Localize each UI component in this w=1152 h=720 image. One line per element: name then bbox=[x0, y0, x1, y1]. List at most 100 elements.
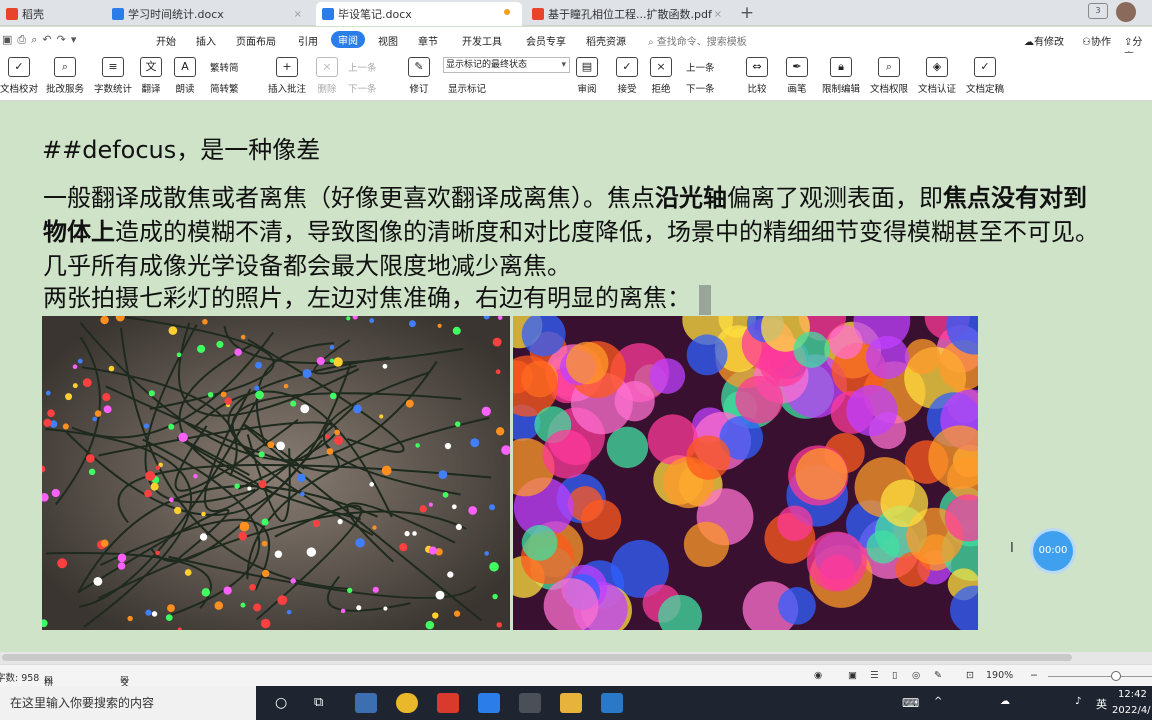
defocused-lights-image bbox=[496, 292, 1005, 639]
accept-button[interactable]: ✓ 接受 bbox=[616, 57, 638, 95]
defocused-lights-photo[interactable] bbox=[496, 292, 1005, 639]
video-app-icon[interactable] bbox=[601, 693, 623, 713]
doc-certify-button[interactable]: ◈ 文档认证 bbox=[918, 57, 956, 95]
compare-button[interactable]: ⇔ 比较 bbox=[746, 57, 768, 95]
prev-change-button[interactable]: 上一条 bbox=[686, 60, 715, 74]
light-dot bbox=[150, 482, 159, 491]
menu-layout[interactable]: 页面布局 bbox=[236, 33, 276, 48]
eye-icon[interactable]: ◉ bbox=[814, 670, 822, 681]
web-view-icon[interactable]: ◎ bbox=[912, 670, 920, 681]
task-view-icon[interactable]: ⧉ bbox=[314, 695, 323, 710]
menu-review[interactable]: 审阅 bbox=[331, 31, 365, 48]
zoom-slider-handle[interactable] bbox=[1111, 671, 1121, 681]
light-dot bbox=[286, 609, 292, 615]
doc-finalize-button[interactable]: ✓ 文档定稿 bbox=[966, 57, 1004, 95]
clock-time[interactable]: 12:42 bbox=[1118, 689, 1147, 700]
insert-comment-button[interactable]: + 插入批注 bbox=[268, 57, 306, 95]
trad-to-simp-button[interactable]: 繁转简 bbox=[210, 60, 239, 74]
recording-timer-button[interactable]: 00:00 bbox=[1033, 531, 1073, 571]
clock-date[interactable]: 2022/4/ bbox=[1112, 705, 1151, 716]
page-view-icon[interactable]: ▣ bbox=[848, 670, 857, 681]
markup-state-select[interactable]: 显示标记的最终状态 bbox=[443, 57, 570, 73]
print-icon[interactable]: ⎙ bbox=[17, 33, 26, 47]
light-dot bbox=[207, 391, 214, 398]
pen-button[interactable]: ✒ 画笔 bbox=[786, 57, 808, 95]
reviewing-pane-button[interactable]: ▤ 审阅 bbox=[576, 57, 598, 95]
show-markup-button[interactable]: 显示标记 bbox=[448, 81, 486, 95]
menu-devtools[interactable]: 开发工具 bbox=[462, 33, 502, 48]
focused-lights-photo[interactable] bbox=[38, 312, 511, 632]
next-change-button[interactable]: 下一条 bbox=[686, 81, 715, 95]
doc-proofread-button[interactable]: ✓ 文档校对 bbox=[0, 57, 38, 95]
read-aloud-button[interactable]: A 朗读 bbox=[174, 57, 196, 95]
outline-view-icon[interactable]: ☰ bbox=[870, 670, 879, 681]
workspace-icon[interactable]: 3 bbox=[1088, 3, 1108, 19]
restrict-edit-button[interactable]: 🔒︎ 限制编辑 bbox=[822, 57, 860, 95]
horizontal-scrollbar[interactable] bbox=[0, 652, 1152, 664]
chevron-down-icon[interactable]: ▾ bbox=[71, 33, 77, 47]
wps-icon[interactable] bbox=[437, 693, 459, 713]
pen-view-icon[interactable]: ✎ bbox=[934, 670, 942, 681]
avatar[interactable] bbox=[1116, 2, 1136, 22]
light-dot bbox=[274, 550, 283, 558]
save-icon[interactable]: ▣ bbox=[2, 33, 12, 47]
tab-daoke[interactable]: 稻壳 bbox=[0, 2, 100, 26]
zoom-level[interactable]: 190% bbox=[986, 670, 1013, 681]
redo-icon[interactable]: ↷ bbox=[57, 33, 66, 47]
menu-member[interactable]: 会员专享 bbox=[526, 33, 566, 48]
command-search[interactable]: ⌕ 查找命令、搜索模板 bbox=[648, 33, 747, 48]
light-dot bbox=[492, 593, 498, 600]
menu-home[interactable]: 开始 bbox=[156, 33, 176, 48]
cortana-icon[interactable]: ○ bbox=[275, 695, 287, 711]
close-icon[interactable]: × bbox=[294, 9, 302, 20]
menu-chapter[interactable]: 章节 bbox=[418, 33, 438, 48]
new-tab-button[interactable]: + bbox=[738, 3, 756, 23]
ime-indicator[interactable]: 英 bbox=[1096, 696, 1107, 712]
zoom-slider[interactable] bbox=[1048, 676, 1152, 677]
read-view-icon[interactable]: ▯ bbox=[892, 670, 897, 681]
menu-insert[interactable]: 插入 bbox=[196, 33, 216, 48]
light-dot bbox=[102, 393, 111, 402]
track-changes-button[interactable]: ✎ 修订 bbox=[408, 57, 430, 95]
reject-button[interactable]: × 拒绝 bbox=[650, 57, 672, 95]
fit-icon[interactable]: ⊡ bbox=[966, 670, 974, 681]
prev-comment-button[interactable]: 上一条 bbox=[348, 60, 377, 74]
zoom-out-icon[interactable]: − bbox=[1030, 670, 1038, 681]
notes-app-icon[interactable] bbox=[478, 693, 500, 713]
light-dot bbox=[167, 604, 175, 613]
file-explorer-icon[interactable] bbox=[560, 693, 582, 713]
translate-button[interactable]: 文翻译 bbox=[140, 57, 162, 95]
light-dot bbox=[178, 432, 188, 443]
document-area[interactable]: ##defocus，是一种像差 一般翻译成散焦或者离焦（好像更喜欢翻译成离焦）。… bbox=[0, 102, 1152, 652]
tab-thesis-notes[interactable]: 毕设笔记.docx bbox=[316, 2, 522, 26]
changes-button[interactable]: ☁有修改 bbox=[1024, 33, 1064, 48]
app-icon[interactable] bbox=[355, 693, 377, 713]
settings-app-icon[interactable] bbox=[519, 693, 541, 713]
doc-permission-button[interactable]: ⌕ 文档权限 bbox=[870, 57, 908, 95]
menu-daoke-resources[interactable]: 稻壳资源 bbox=[586, 33, 626, 48]
preview-icon[interactable]: ⌕ bbox=[31, 33, 37, 47]
close-icon[interactable]: × bbox=[714, 9, 722, 20]
simp-to-trad-button[interactable]: 简转繁 bbox=[210, 81, 239, 95]
undo-icon[interactable]: ↶ bbox=[42, 33, 51, 47]
light-dot bbox=[261, 569, 270, 578]
chrome-icon[interactable] bbox=[396, 693, 418, 713]
volume-icon[interactable]: ♪ bbox=[1075, 696, 1081, 707]
bokeh-circle bbox=[580, 499, 622, 540]
scroll-thumb[interactable] bbox=[2, 654, 1072, 661]
taskbar-search[interactable]: 在这里输入你要搜索的内容 bbox=[0, 686, 256, 720]
menu-view[interactable]: 视图 bbox=[378, 33, 398, 48]
accept-icon: ✓ bbox=[616, 57, 638, 77]
menu-references[interactable]: 引用 bbox=[298, 33, 318, 48]
tab-pdf[interactable]: 基于瞳孔相位工程...扩散函数.pdf × bbox=[526, 2, 732, 26]
correction-service-button[interactable]: ⌕ 批改服务 bbox=[46, 57, 84, 95]
tray-chevron-icon[interactable]: ^ bbox=[934, 696, 942, 707]
word-count-button[interactable]: ≡ 字数统计 bbox=[94, 57, 132, 95]
next-comment-button[interactable]: 下一条 bbox=[348, 81, 377, 95]
collab-button[interactable]: ⚇协作 bbox=[1082, 33, 1111, 48]
word-count-status[interactable]: 字数: 958 bbox=[0, 670, 39, 684]
tab-study-time[interactable]: 学习时间统计.docx × bbox=[106, 2, 312, 26]
delete-comment-button[interactable]: × 删除 bbox=[316, 57, 338, 95]
cloud-tray-icon[interactable]: ☁ bbox=[1000, 696, 1010, 707]
keyboard-icon[interactable]: ⌨ bbox=[902, 696, 919, 710]
